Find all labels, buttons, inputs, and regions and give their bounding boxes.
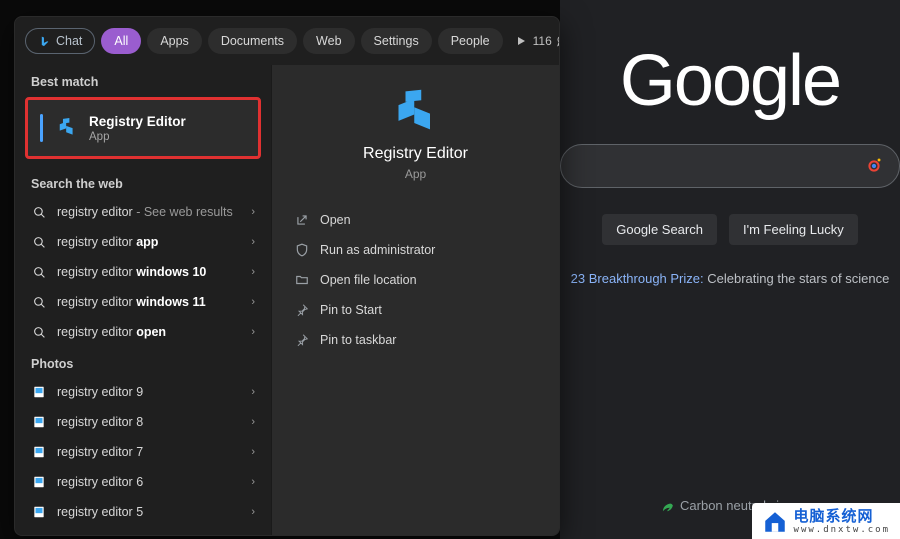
tab-web[interactable]: Web (303, 28, 354, 54)
result-text: registry editor 6 (57, 475, 251, 489)
result-text: registry editor windows 10 (57, 265, 251, 279)
action-pin-start[interactable]: Pin to Start (284, 295, 547, 325)
search-tabs-row: Chat All Apps Documents Web Settings Peo… (15, 17, 559, 65)
preview-subtitle: App (405, 167, 426, 181)
section-photos: Photos (19, 347, 267, 377)
site-watermark: 电脑系统网 www.dnxtw.com (752, 503, 900, 539)
photo-result[interactable]: registry editor 5› (19, 497, 267, 527)
search-icon (31, 234, 47, 250)
folder-icon (294, 272, 310, 288)
result-text: registry editor open (57, 325, 251, 339)
search-icon (31, 264, 47, 280)
windows-search-panel: Chat All Apps Documents Web Settings Peo… (14, 16, 560, 536)
result-text: registry editor 5 (57, 505, 251, 519)
rewards-points[interactable]: 116 (533, 34, 560, 48)
tab-documents[interactable]: Documents (208, 28, 297, 54)
action-pin-taskbar[interactable]: Pin to taskbar (284, 325, 547, 355)
chevron-right-icon: › (251, 326, 255, 338)
image-file-icon (31, 384, 47, 400)
search-icon (31, 294, 47, 310)
watermark-title: 电脑系统网 (794, 509, 890, 524)
play-video-icon[interactable] (515, 31, 527, 51)
open-icon (294, 212, 310, 228)
google-search-input[interactable] (560, 144, 900, 188)
google-promo-text: 23 Breakthrough Prize: Celebrating the s… (571, 271, 890, 286)
google-buttons-row: Google Search I'm Feeling Lucky (602, 214, 857, 245)
chevron-right-icon: › (251, 236, 255, 248)
chevron-right-icon: › (251, 266, 255, 278)
google-logo: Google (620, 40, 840, 122)
chevron-right-icon: › (251, 416, 255, 428)
tab-apps[interactable]: Apps (147, 28, 202, 54)
bing-chat-icon (38, 35, 51, 48)
photo-result[interactable]: registry editor 7› (19, 437, 267, 467)
section-search-web: Search the web (19, 167, 267, 197)
best-match-title: Registry Editor (89, 114, 186, 129)
preview-actions: Open Run as administrator Open file loca… (272, 205, 559, 355)
web-search-result[interactable]: registry editor open› (19, 317, 267, 347)
google-lucky-button[interactable]: I'm Feeling Lucky (729, 214, 858, 245)
best-match-text: Registry Editor App (89, 114, 186, 143)
photo-result[interactable]: registry editor 8› (19, 407, 267, 437)
shield-icon (294, 242, 310, 258)
registry-editor-icon (57, 117, 79, 139)
search-results-column: Best match Registry Editor App Search th… (15, 65, 271, 535)
google-promo-link[interactable]: 23 Breakthrough Prize: (571, 271, 704, 286)
tab-all[interactable]: All (101, 28, 141, 54)
web-search-result[interactable]: registry editor - See web results› (19, 197, 267, 227)
chevron-right-icon: › (251, 446, 255, 458)
result-text: registry editor 9 (57, 385, 251, 399)
image-file-icon (31, 444, 47, 460)
web-search-result[interactable]: registry editor app› (19, 227, 267, 257)
web-search-result[interactable]: registry editor windows 11› (19, 287, 267, 317)
search-icon (31, 204, 47, 220)
watermark-url: www.dnxtw.com (794, 526, 890, 535)
search-panel-body: Best match Registry Editor App Search th… (15, 65, 559, 535)
registry-editor-large-icon (395, 89, 437, 131)
google-search-button[interactable]: Google Search (602, 214, 717, 245)
result-text: registry editor 8 (57, 415, 251, 429)
chevron-right-icon: › (251, 506, 255, 518)
image-file-icon (31, 504, 47, 520)
photo-result[interactable]: registry editor 6› (19, 467, 267, 497)
chevron-right-icon: › (251, 476, 255, 488)
action-open[interactable]: Open (284, 205, 547, 235)
result-text: registry editor app (57, 235, 251, 249)
search-icon (31, 324, 47, 340)
image-file-icon (31, 414, 47, 430)
pin-taskbar-icon (294, 332, 310, 348)
result-text: registry editor - See web results (57, 205, 251, 219)
chevron-right-icon: › (251, 386, 255, 398)
preview-title: Registry Editor (363, 145, 468, 163)
image-file-icon (31, 474, 47, 490)
action-run-admin[interactable]: Run as administrator (284, 235, 547, 265)
result-text: registry editor 7 (57, 445, 251, 459)
action-open-location[interactable]: Open file location (284, 265, 547, 295)
google-homepage: Google Google Search I'm Feeling Lucky 2… (560, 0, 900, 539)
best-match-result[interactable]: Registry Editor App (25, 97, 261, 159)
tab-chat[interactable]: Chat (25, 28, 95, 54)
selection-marker (40, 114, 43, 142)
leaf-icon (660, 499, 674, 513)
web-search-result[interactable]: registry editor windows 10› (19, 257, 267, 287)
tab-settings[interactable]: Settings (361, 28, 432, 54)
rewards-badge-icon (555, 35, 560, 47)
result-text: registry editor windows 11 (57, 295, 251, 309)
house-icon (762, 509, 788, 535)
tab-people[interactable]: People (438, 28, 503, 54)
result-preview-pane: Registry Editor App Open Run as administ… (271, 65, 559, 535)
section-best-match: Best match (19, 65, 267, 95)
google-lens-icon[interactable] (863, 155, 885, 177)
best-match-subtitle: App (89, 131, 186, 143)
chevron-right-icon: › (251, 206, 255, 218)
pin-start-icon (294, 302, 310, 318)
chevron-right-icon: › (251, 296, 255, 308)
photo-result[interactable]: registry editor 9› (19, 377, 267, 407)
